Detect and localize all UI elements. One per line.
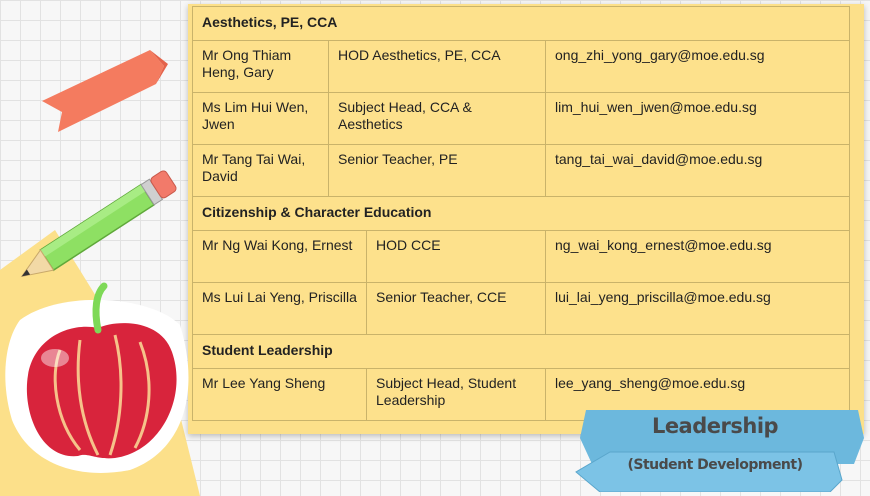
section-heading: Citizenship & Character Education	[192, 196, 850, 231]
section-heading-row: Student Leadership	[192, 334, 850, 369]
staff-name: Mr Ng Wai Kong, Ernest	[192, 230, 367, 283]
arrow-ribbon-icon	[42, 50, 168, 132]
staff-name: Mr Lee Yang Sheng	[192, 368, 367, 421]
staff-name: Mr Ong Thiam Heng, Gary	[192, 40, 329, 93]
pencil-icon	[20, 170, 177, 278]
table-row: Mr Ong Thiam Heng, Gary HOD Aesthetics, …	[192, 40, 850, 93]
staff-email[interactable]: lim_hui_wen_jwen@moe.edu.sg	[545, 92, 850, 145]
staff-role: Subject Head, Student Leadership	[366, 368, 546, 421]
staff-name: Ms Lim Hui Wen, Jwen	[192, 92, 329, 145]
section-heading: Aesthetics, PE, CCA	[192, 6, 850, 41]
section-heading-row: Aesthetics, PE, CCA	[192, 6, 850, 41]
staff-role: HOD Aesthetics, PE, CCA	[328, 40, 546, 93]
staff-name: Ms Lui Lai Yeng, Priscilla	[192, 282, 367, 335]
staff-role: Subject Head, CCA & Aesthetics	[328, 92, 546, 145]
apple-icon	[5, 282, 189, 473]
staff-email[interactable]: ng_wai_kong_ernest@moe.edu.sg	[545, 230, 850, 283]
staff-directory-table: Aesthetics, PE, CCA Mr Ong Thiam Heng, G…	[192, 6, 850, 421]
staff-email[interactable]: ong_zhi_yong_gary@moe.edu.sg	[545, 40, 850, 93]
staff-email[interactable]: tang_tai_wai_david@moe.edu.sg	[545, 144, 850, 197]
staff-role: Senior Teacher, PE	[328, 144, 546, 197]
table-row: Ms Lim Hui Wen, Jwen Subject Head, CCA &…	[192, 92, 850, 145]
table-row: Ms Lui Lai Yeng, Priscilla Senior Teache…	[192, 282, 850, 335]
table-row: Mr Ng Wai Kong, Ernest HOD CCE ng_wai_ko…	[192, 230, 850, 283]
section-heading-row: Citizenship & Character Education	[192, 196, 850, 231]
banner-title: Leadership	[651, 414, 779, 438]
table-row: Mr Tang Tai Wai, David Senior Teacher, P…	[192, 144, 850, 197]
section-heading: Student Leadership	[192, 334, 850, 369]
staff-role: Senior Teacher, CCE	[366, 282, 546, 335]
staff-name: Mr Tang Tai Wai, David	[192, 144, 329, 197]
staff-email[interactable]: lui_lai_yeng_priscilla@moe.edu.sg	[545, 282, 850, 335]
staff-role: HOD CCE	[366, 230, 546, 283]
banner-subtitle: (Student Development)	[627, 457, 803, 473]
